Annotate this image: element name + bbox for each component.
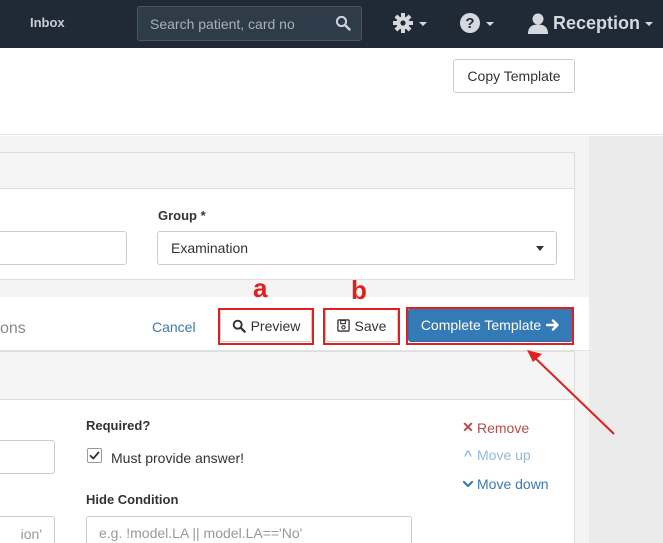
- question-text-input[interactable]: [0, 440, 55, 474]
- move-down-label: Move down: [477, 476, 549, 492]
- required-checkbox-label: Must provide answer!: [111, 450, 245, 466]
- chevron-down-icon: [462, 480, 474, 488]
- left-condition-placeholder: ion': [20, 526, 42, 542]
- preview-button[interactable]: Preview: [220, 309, 312, 342]
- hide-condition-label: Hide Condition: [86, 492, 179, 507]
- side-gutter: [589, 136, 663, 543]
- required-checkbox[interactable]: [87, 448, 102, 463]
- remove-icon: ✕: [462, 419, 474, 435]
- left-condition-input[interactable]: ion': [0, 516, 55, 543]
- move-up-label: Move up: [477, 447, 531, 463]
- user-name: Reception: [553, 12, 641, 33]
- search-icon[interactable]: [335, 15, 351, 31]
- hide-condition-field: [86, 516, 412, 543]
- remove-label: Remove: [477, 419, 530, 436]
- chevron-down-icon: [536, 246, 544, 251]
- question-panel-header: [0, 352, 574, 400]
- search-box: [137, 6, 362, 41]
- gear-icon: [393, 13, 413, 33]
- group-select[interactable]: Examination: [157, 231, 557, 265]
- search-input[interactable]: [138, 7, 328, 40]
- help-icon: ?: [460, 13, 480, 33]
- move-up-link[interactable]: ^ Move up: [461, 447, 531, 463]
- chevron-down-icon: [419, 22, 427, 26]
- action-bar: ons Cancel Preview Save Complete Templat…: [0, 297, 589, 351]
- move-down-link[interactable]: Move down: [461, 476, 549, 492]
- group-select-value: Examination: [171, 240, 249, 256]
- hide-condition-input[interactable]: [87, 517, 411, 543]
- tab-questions[interactable]: ons: [0, 320, 26, 338]
- cancel-link[interactable]: Cancel: [152, 319, 196, 335]
- nav-inbox-link[interactable]: Inbox: [30, 15, 65, 30]
- annotation-label-a: a: [253, 273, 268, 303]
- save-button[interactable]: Save: [325, 309, 398, 342]
- arrow-right-icon: [546, 319, 559, 331]
- settings-menu[interactable]: [392, 10, 427, 36]
- complete-template-label: Complete Template: [420, 317, 542, 333]
- annotation-label-b: b: [351, 275, 367, 305]
- preview-label: Preview: [250, 317, 301, 334]
- top-navbar: Inbox ?: [0, 0, 663, 48]
- save-label: Save: [354, 317, 387, 334]
- page-toolbar: Copy Template: [0, 48, 663, 135]
- complete-template-button[interactable]: Complete Template: [408, 308, 573, 342]
- chevron-down-icon: [486, 22, 494, 26]
- copy-template-button[interactable]: Copy Template: [453, 59, 575, 93]
- chevron-down-icon: [645, 22, 654, 26]
- panel-header: [0, 153, 574, 189]
- search-icon: [232, 319, 246, 333]
- svg-text:?: ?: [465, 15, 474, 32]
- user-menu[interactable]: Reception: [527, 10, 654, 36]
- checkmark-icon: [89, 451, 100, 460]
- floppy-disk-icon: [336, 319, 350, 332]
- chevron-up-icon: ^: [463, 447, 473, 463]
- required-label: Required?: [86, 418, 151, 433]
- template-name-input[interactable]: [0, 231, 127, 265]
- group-label: Group *: [158, 208, 206, 223]
- remove-question-link[interactable]: ✕ Remove: [461, 419, 529, 436]
- help-menu[interactable]: ?: [459, 10, 494, 36]
- user-icon: [528, 13, 548, 34]
